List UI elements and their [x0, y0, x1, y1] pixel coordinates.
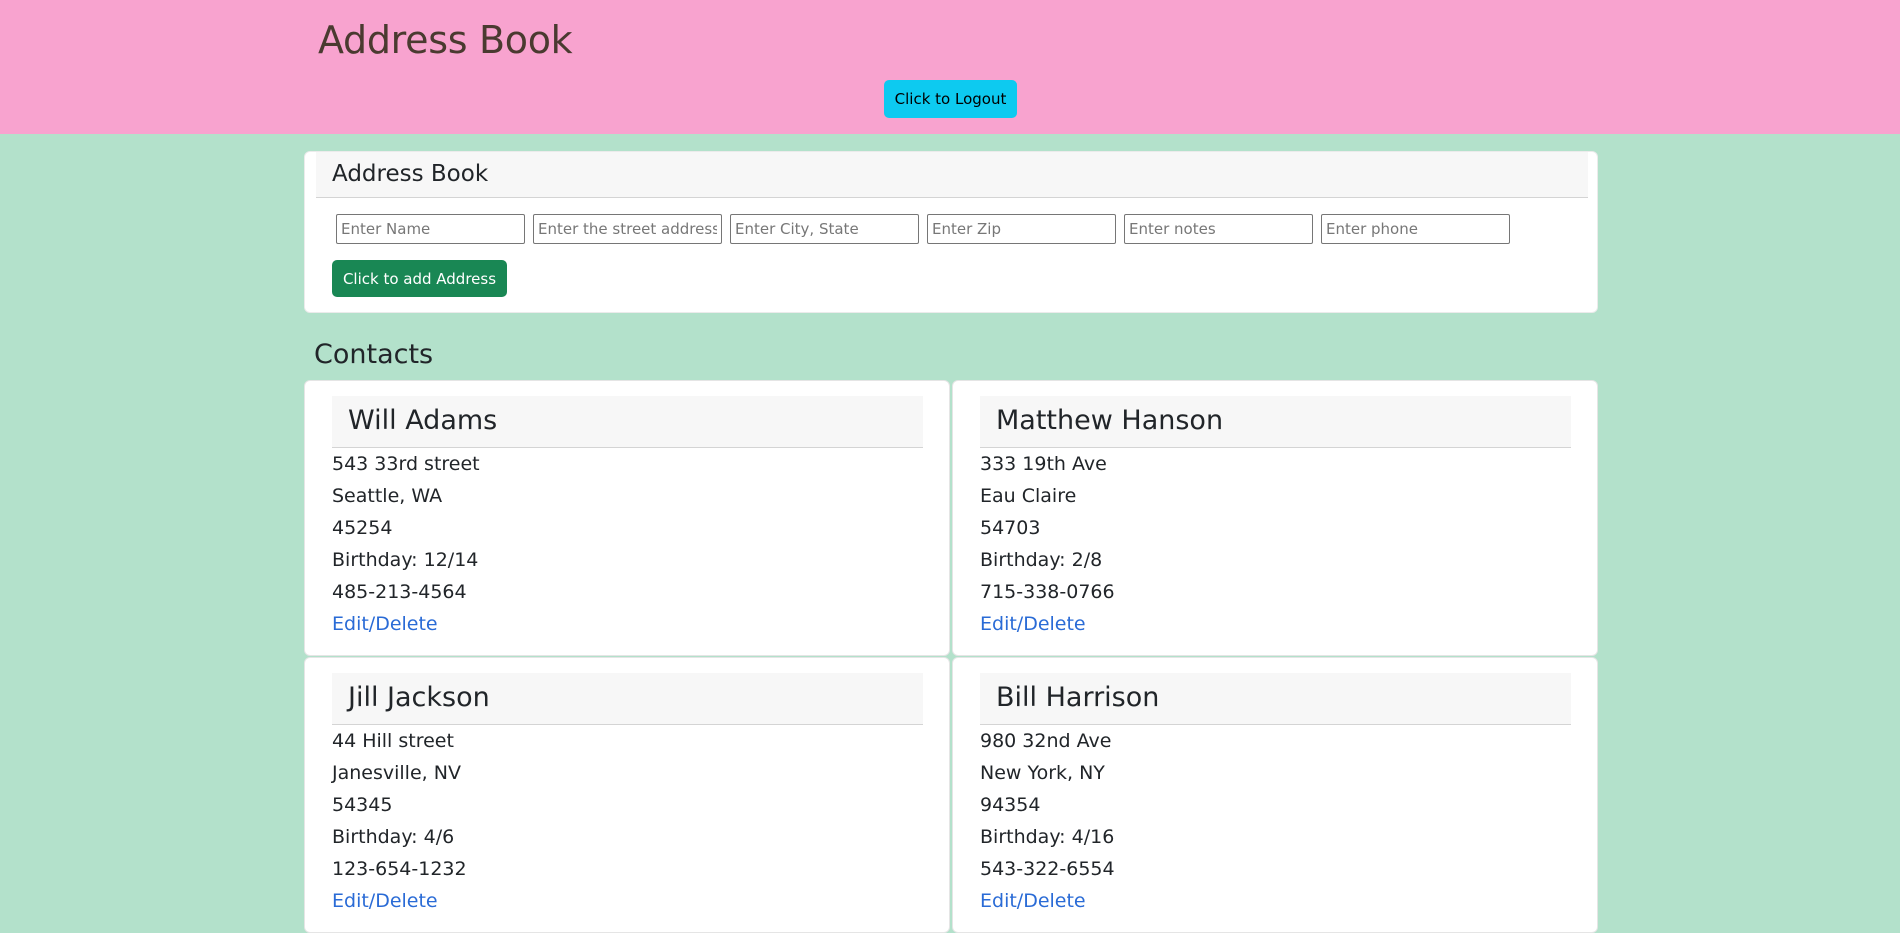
contact-card: Bill Harrison 980 32nd Ave New York, NY … [952, 657, 1598, 933]
top-header: Address Book Click to Logout [0, 0, 1900, 134]
contact-birthday: Birthday: 2/8 [980, 549, 1103, 571]
contact-details: 333 19th Ave Eau Claire 54703 Birthday: … [980, 448, 1115, 640]
contact-card-header: Jill Jackson [332, 673, 923, 725]
contact-zip: 54703 [980, 517, 1041, 539]
notes-input[interactable] [1124, 214, 1313, 244]
contact-street: 44 Hill street [332, 730, 454, 752]
contact-phone: 123-654-1232 [332, 858, 467, 880]
phone-input[interactable] [1321, 214, 1510, 244]
contact-name: Matthew Hanson [996, 405, 1224, 436]
contact-street: 333 19th Ave [980, 453, 1107, 475]
edit-delete-link[interactable]: Edit/Delete [980, 885, 1115, 917]
address-form-card: Address Book Click to add Address [304, 151, 1598, 313]
contact-street: 980 32nd Ave [980, 730, 1112, 752]
contact-card-header: Matthew Hanson [980, 396, 1571, 448]
address-form-title: Address Book [332, 161, 489, 187]
contact-card-header: Bill Harrison [980, 673, 1571, 725]
contact-details: 980 32nd Ave New York, NY 94354 Birthday… [980, 725, 1115, 917]
address-form-inputs [336, 214, 1510, 244]
contact-phone: 543-322-6554 [980, 858, 1115, 880]
contact-city: New York, NY [980, 762, 1105, 784]
contact-birthday: Birthday: 12/14 [332, 549, 479, 571]
logout-button[interactable]: Click to Logout [884, 80, 1017, 118]
add-address-button[interactable]: Click to add Address [332, 260, 507, 297]
city-state-input[interactable] [730, 214, 919, 244]
edit-delete-link[interactable]: Edit/Delete [980, 608, 1115, 640]
contact-card: Matthew Hanson 333 19th Ave Eau Claire 5… [952, 380, 1598, 656]
edit-delete-link[interactable]: Edit/Delete [332, 608, 480, 640]
contact-card-header: Will Adams [332, 396, 923, 448]
contact-phone: 485-213-4564 [332, 581, 467, 603]
contact-phone: 715-338-0766 [980, 581, 1115, 603]
contact-city: Eau Claire [980, 485, 1077, 507]
contact-birthday: Birthday: 4/16 [980, 826, 1115, 848]
contact-name: Bill Harrison [996, 682, 1160, 713]
contact-name: Jill Jackson [348, 682, 490, 713]
name-input[interactable] [336, 214, 525, 244]
contact-details: 44 Hill street Janesville, NV 54345 Birt… [332, 725, 467, 917]
zip-input[interactable] [927, 214, 1116, 244]
contact-street: 543 33rd street [332, 453, 480, 475]
contact-card: Will Adams 543 33rd street Seattle, WA 4… [304, 380, 950, 656]
contact-zip: 94354 [980, 794, 1041, 816]
contact-card: Jill Jackson 44 Hill street Janesville, … [304, 657, 950, 933]
address-form-header: Address Book [316, 152, 1588, 198]
contact-name: Will Adams [348, 405, 498, 436]
contact-city: Seattle, WA [332, 485, 443, 507]
contact-city: Janesville, NV [332, 762, 461, 784]
contact-details: 543 33rd street Seattle, WA 45254 Birthd… [332, 448, 480, 640]
contact-birthday: Birthday: 4/6 [332, 826, 455, 848]
contacts-heading: Contacts [314, 339, 434, 370]
edit-delete-link[interactable]: Edit/Delete [332, 885, 467, 917]
app-title: Address Book [318, 18, 573, 62]
street-address-input[interactable] [533, 214, 722, 244]
contact-zip: 54345 [332, 794, 393, 816]
contact-zip: 45254 [332, 517, 393, 539]
